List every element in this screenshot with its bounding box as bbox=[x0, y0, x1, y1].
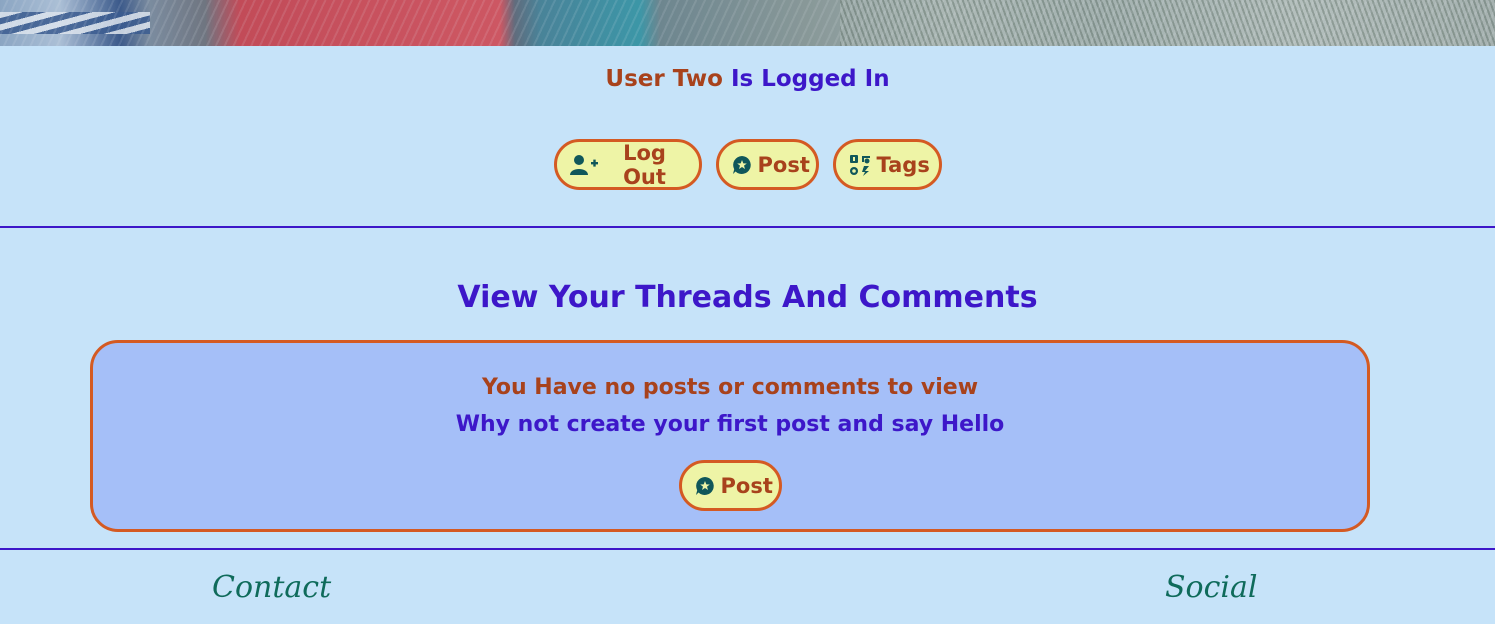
login-status: User Two Is Logged In bbox=[0, 66, 1495, 92]
hero-banner-image bbox=[0, 0, 1495, 46]
post-label: Post bbox=[757, 152, 810, 177]
account-nav: Log Out Post Tags bbox=[0, 139, 1495, 190]
divider-bottom bbox=[0, 548, 1495, 550]
logout-button[interactable]: Log Out bbox=[553, 139, 702, 190]
divider-top bbox=[0, 226, 1495, 228]
logged-in-text: Is Logged In bbox=[730, 66, 890, 92]
tags-button[interactable]: Tags bbox=[832, 139, 942, 190]
comment-star-icon bbox=[732, 155, 752, 175]
empty-state-message: You Have no posts or comments to view bbox=[481, 375, 979, 400]
create-post-prompt: Why not create your first post and say H… bbox=[455, 412, 1005, 437]
footer-contact-heading: Contact bbox=[212, 570, 332, 605]
threads-panel: You Have no posts or comments to view Wh… bbox=[90, 340, 1370, 532]
panel-post-button[interactable]: Post bbox=[678, 460, 782, 511]
tags-label: Tags bbox=[876, 152, 930, 177]
panel-post-label: Post bbox=[720, 473, 773, 498]
user-plus-icon bbox=[569, 154, 598, 176]
logout-label: Log Out bbox=[623, 140, 666, 189]
tags-grid-icon bbox=[849, 154, 871, 176]
comment-star-icon bbox=[695, 476, 715, 496]
page-title: View Your Threads And Comments bbox=[457, 280, 1038, 315]
footer-social-heading: Social bbox=[1165, 570, 1258, 605]
post-button[interactable]: Post bbox=[715, 139, 819, 190]
logged-in-username: User Two bbox=[605, 66, 723, 92]
